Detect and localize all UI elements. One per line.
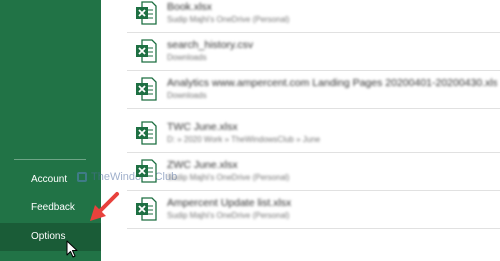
excel-file-icon: [136, 39, 157, 63]
watermark-logo-icon: [77, 172, 87, 182]
file-name: Ampercent Update list.xlsx: [167, 197, 292, 209]
recent-files-list: Book.xlsx Sudip Majhi's OneDrive (Person…: [101, 0, 500, 261]
recent-file-row[interactable]: ZWC June.xlsx Sudip Majhi's OneDrive (Pe…: [127, 153, 500, 191]
file-path: Sudip Majhi's OneDrive (Personal): [167, 15, 290, 24]
excel-file-icon: [136, 77, 157, 101]
red-arrow-icon: [90, 192, 119, 221]
excel-file-icon: [136, 159, 157, 183]
file-name: ZWC June.xlsx: [167, 159, 238, 171]
recent-file-row[interactable]: search_history.csv Downloads: [127, 33, 500, 71]
excel-file-icon: [136, 121, 157, 145]
sidebar-item-label: Feedback: [31, 202, 75, 213]
excel-file-icon: [136, 1, 157, 25]
file-path: Sudip Majhi's OneDrive (Personal): [167, 211, 290, 220]
file-path: D: » 2020 Work » TheWindowsClub » June: [167, 135, 321, 144]
sidebar-item-label: Options: [31, 231, 66, 242]
file-name: search_history.csv: [167, 39, 254, 51]
excel-file-icon: [136, 197, 157, 221]
file-path: Sudip Majhi's OneDrive (Personal): [167, 173, 290, 182]
sidebar-item-options[interactable]: Options: [0, 223, 101, 251]
sidebar-divider: [14, 159, 86, 160]
file-name: TWC June.xlsx: [167, 121, 238, 133]
file-path: Downloads: [167, 91, 207, 100]
recent-file-row[interactable]: Analytics www.ampercent.com Landing Page…: [127, 71, 500, 109]
mouse-cursor-icon: [66, 240, 78, 258]
recent-file-row[interactable]: TWC June.xlsx D: » 2020 Work » TheWindow…: [127, 115, 500, 153]
file-path: Downloads: [167, 53, 207, 62]
recent-file-row[interactable]: Ampercent Update list.xlsx Sudip Majhi's…: [127, 191, 500, 229]
sidebar-item-label: Account: [31, 174, 68, 185]
file-name: Analytics www.ampercent.com Landing Page…: [167, 77, 497, 89]
file-name: Book.xlsx: [167, 1, 212, 13]
recent-file-row[interactable]: Book.xlsx Sudip Majhi's OneDrive (Person…: [127, 0, 500, 33]
